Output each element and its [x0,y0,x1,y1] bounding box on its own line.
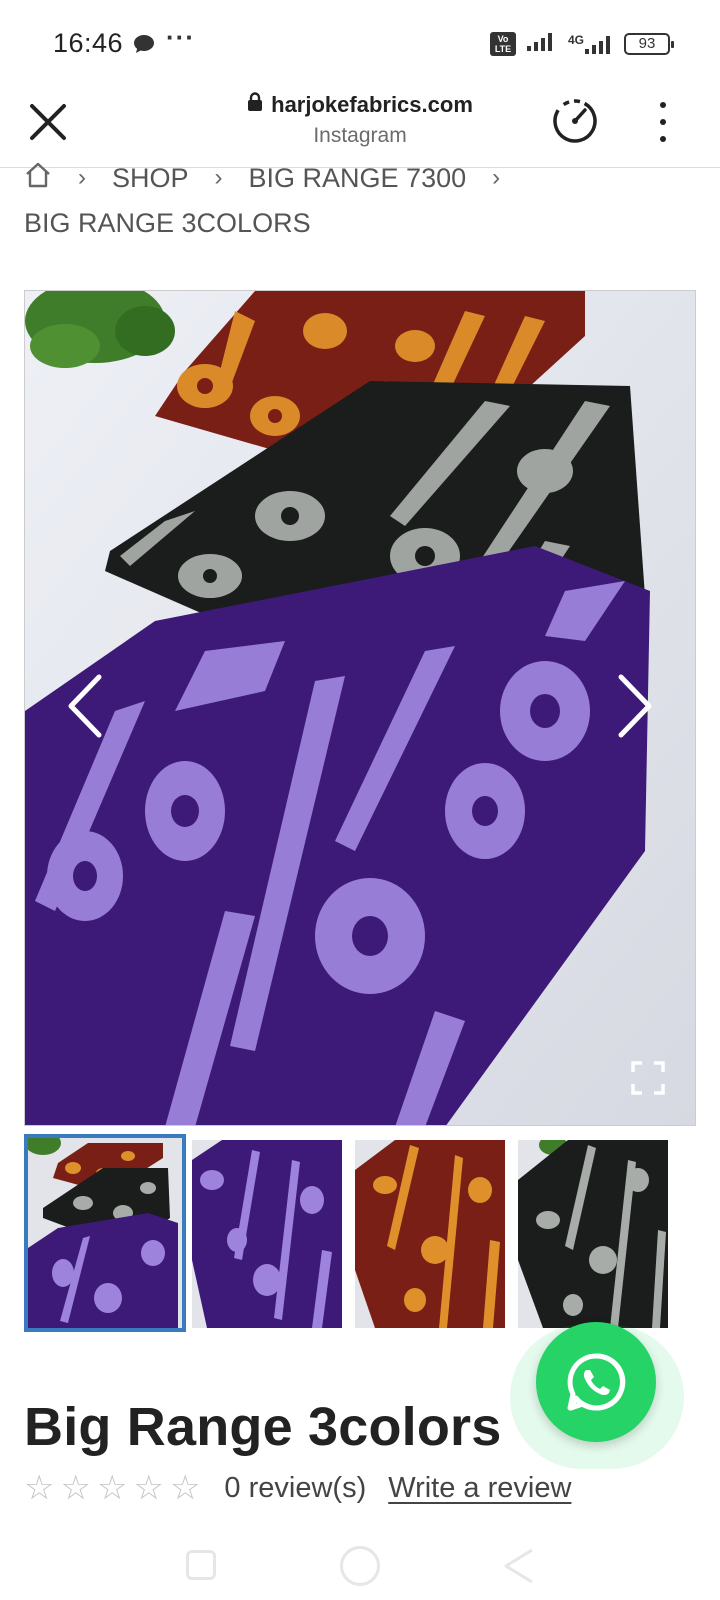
breadcrumb: › SHOP › BIG RANGE 7300 › BIG RANGE 3COL… [24,160,704,244]
whatsapp-icon [567,1353,626,1411]
close-button[interactable] [26,100,70,144]
rating-row: ☆ ☆ ☆ ☆ ☆ 0 review(s) Write a review [24,1466,571,1510]
recents-button[interactable] [186,1550,216,1580]
breadcrumb-shop[interactable]: SHOP [112,163,189,194]
home-button[interactable] [340,1546,380,1586]
thumbnail-3[interactable] [355,1140,505,1328]
breadcrumb-big-range-7300[interactable]: BIG RANGE 7300 [249,163,467,194]
status-bar: 16:46 ··· Vo LTE 4G 93 [0,0,720,88]
fabric-photo [25,291,695,1125]
thumbnail-strip [24,1134,696,1332]
star-rating: ☆ ☆ ☆ ☆ ☆ [24,1471,200,1505]
prev-image-button[interactable] [61,671,111,741]
star-empty-icon: ☆ [96,1469,128,1507]
url-domain: harjokefabrics.com [271,92,473,117]
volte-icon: Vo LTE [489,31,516,56]
star-empty-icon: ☆ [24,1469,55,1507]
breadcrumb-current: BIG RANGE 3COLORS [24,208,311,238]
product-main-image[interactable] [24,290,696,1126]
status-time: 16:46 [53,28,124,58]
chevron-left-icon [68,674,102,738]
thumbnail-2[interactable] [192,1140,342,1328]
chevron-right-icon: › [214,164,223,191]
signal-icon [526,30,558,57]
chevron-right-icon: › [492,164,501,191]
network-label: 4G [567,32,584,47]
next-image-button[interactable] [609,671,659,741]
star-empty-icon: ☆ [169,1469,201,1507]
fullscreen-button[interactable] [631,1061,665,1095]
more-vert-icon[interactable] [656,102,670,142]
product-title: Big Range 3colors [24,1397,502,1457]
close-icon [30,104,66,140]
status-indicators: Vo LTE 4G 93 [489,30,674,57]
lock-icon [247,92,263,118]
home-icon[interactable] [24,161,52,196]
chevron-right-icon: › [78,164,86,191]
browser-toolbar: harjokefabrics.com Instagram [0,88,720,168]
4g-signal-icon: 4G [568,33,614,55]
url-source: Instagram [313,124,407,147]
speedometer-icon [553,99,597,143]
chat-bubble-icon [132,33,156,60]
fullscreen-icon [631,1061,665,1095]
back-button[interactable] [500,1546,536,1586]
battery-icon: 93 [624,32,674,55]
star-empty-icon: ☆ [60,1469,91,1507]
url-display[interactable]: harjokefabrics.com Instagram [230,92,490,148]
back-triangle-icon [504,1548,533,1584]
star-empty-icon: ☆ [133,1469,164,1507]
whatsapp-chat-button[interactable] [536,1322,656,1442]
chevron-right-icon [618,674,652,738]
speed-button[interactable] [550,96,600,146]
system-nav-bar [0,1530,720,1600]
thumbnail-1[interactable] [24,1134,186,1332]
write-review-link[interactable]: Write a review [388,1472,571,1505]
more-notifications-icon: ··· [166,22,195,52]
review-count: 0 review(s) [224,1471,367,1504]
thumbnail-4[interactable] [518,1140,668,1328]
